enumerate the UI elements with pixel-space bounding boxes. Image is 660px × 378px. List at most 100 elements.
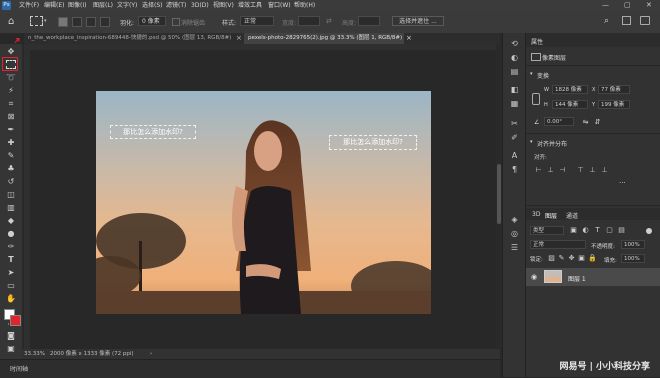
blend-mode-select[interactable]: 正常 bbox=[530, 240, 586, 249]
brush-tool-icon[interactable]: ✎ bbox=[5, 151, 17, 161]
frame-tool-icon[interactable]: ⊠ bbox=[5, 112, 17, 122]
vertical-scroll-thumb[interactable] bbox=[497, 164, 501, 224]
layers-icon[interactable]: ◈ bbox=[509, 215, 520, 225]
transform-width-input[interactable]: 1828 像素 bbox=[552, 85, 588, 94]
transform-height-input[interactable]: 144 像素 bbox=[552, 100, 588, 109]
filter-adjust-icon[interactable]: ◐ bbox=[582, 227, 589, 234]
background-color-swatch[interactable] bbox=[10, 315, 21, 326]
quick-mask-icon[interactable]: ◙ bbox=[5, 331, 17, 341]
channels-icon[interactable]: ◎ bbox=[509, 229, 520, 239]
opacity-input[interactable]: 100% bbox=[621, 240, 645, 249]
tools-settings-icon[interactable]: ✂ bbox=[509, 119, 520, 129]
close-tab-icon[interactable]: × bbox=[236, 34, 242, 42]
screen-mode-icon[interactable]: ▣ bbox=[5, 344, 17, 354]
status-arrow-icon[interactable]: › bbox=[150, 349, 152, 359]
library-icon[interactable]: ▤ bbox=[509, 67, 520, 77]
selection-text-box-2[interactable]: 那比怎么添加水印? bbox=[329, 135, 417, 150]
properties-panel-title[interactable]: 属性 bbox=[531, 37, 543, 46]
layer-filter-select[interactable]: 类型 bbox=[530, 226, 564, 235]
align-top-icon[interactable]: ⊤ bbox=[577, 167, 584, 174]
width-input[interactable] bbox=[298, 16, 320, 26]
more-options-icon[interactable]: ··· bbox=[619, 179, 626, 187]
adjustments-icon[interactable]: ◐ bbox=[509, 53, 520, 63]
align-right-icon[interactable]: ⊣ bbox=[559, 167, 566, 174]
document-image[interactable]: 那比怎么添加水印? 那比怎么添加水印? bbox=[96, 91, 431, 314]
paragraph-icon[interactable]: A bbox=[509, 151, 520, 161]
menu-image[interactable]: 图像(I) bbox=[68, 0, 86, 11]
angle-input[interactable]: 0.00° bbox=[544, 117, 574, 126]
paths-icon[interactable]: ☰ bbox=[509, 243, 520, 253]
maximize-icon[interactable]: ▢ bbox=[624, 0, 631, 11]
gradient-tool-icon[interactable]: ▥ bbox=[5, 203, 17, 213]
selection-text-box-1[interactable]: 那比怎么添加水印? bbox=[110, 125, 196, 139]
hand-tool-icon[interactable]: ✋ bbox=[5, 294, 17, 304]
pen-tool-icon[interactable]: ✑ bbox=[5, 242, 17, 252]
feather-input[interactable]: 0 像素 bbox=[138, 16, 166, 26]
menu-plugins[interactable]: 增效工具 bbox=[238, 0, 262, 11]
tab-document-1[interactable]: n_the_workplace_inspiration-689448-快捷的.p… bbox=[24, 33, 236, 44]
menu-layer[interactable]: 图层(L) bbox=[93, 0, 113, 11]
menu-3d[interactable]: 3D(D) bbox=[191, 0, 209, 11]
stamp-tool-icon[interactable]: ♣ bbox=[5, 164, 17, 174]
color-icon[interactable]: ◧ bbox=[509, 85, 520, 95]
intersect-selection-icon[interactable] bbox=[100, 17, 110, 27]
layer-row[interactable]: ◉ 图层 1 bbox=[526, 268, 660, 286]
eye-icon[interactable]: ◉ bbox=[531, 273, 537, 281]
lasso-tool-icon[interactable]: ➰ bbox=[5, 73, 17, 83]
lock-artboard-icon[interactable]: ▣ bbox=[578, 255, 585, 262]
close-icon[interactable]: ✕ bbox=[646, 0, 652, 11]
menu-type[interactable]: 文字(Y) bbox=[117, 0, 137, 11]
path-selection-tool-icon[interactable]: ➤ bbox=[5, 268, 17, 278]
workspace-icon[interactable] bbox=[622, 16, 631, 25]
antialias-checkbox[interactable] bbox=[172, 18, 180, 26]
align-chevron-icon[interactable]: ▾ bbox=[530, 139, 533, 145]
menu-window[interactable]: 窗口(W) bbox=[268, 0, 291, 11]
marquee-preset-icon[interactable] bbox=[30, 16, 43, 26]
crop-tool-icon[interactable]: ⌗ bbox=[5, 99, 17, 109]
lock-pixels-icon[interactable]: ✎ bbox=[558, 255, 565, 262]
menu-filter[interactable]: 滤镜(T) bbox=[166, 0, 186, 11]
menu-file[interactable]: 文件(F) bbox=[19, 0, 39, 11]
magic-wand-tool-icon[interactable]: ⚡ bbox=[5, 86, 17, 96]
timeline-tab[interactable]: 时间轴 bbox=[10, 364, 28, 373]
close-tab-icon[interactable]: × bbox=[406, 34, 412, 42]
lock-all-icon[interactable]: 🔒 bbox=[588, 255, 597, 262]
tab-document-2[interactable]: pexels-photo-2829765(2).jpg @ 33.3% (图层 … bbox=[244, 33, 404, 44]
tab-layers[interactable]: 图层 bbox=[545, 211, 557, 220]
dodge-tool-icon[interactable]: ● bbox=[5, 229, 17, 239]
move-tool-icon[interactable]: ✥ bbox=[5, 47, 17, 57]
swatches-icon[interactable]: ▦ bbox=[509, 99, 520, 109]
layer-name[interactable]: 图层 1 bbox=[568, 274, 586, 283]
brush-settings-icon[interactable]: ✐ bbox=[509, 133, 520, 143]
swap-icon[interactable]: ⇄ bbox=[326, 17, 332, 25]
filter-type-icon[interactable]: T bbox=[594, 227, 601, 234]
healing-brush-tool-icon[interactable]: ✚ bbox=[5, 138, 17, 148]
height-input[interactable] bbox=[358, 16, 380, 26]
share-icon[interactable] bbox=[640, 16, 650, 25]
align-left-icon[interactable]: ⊢ bbox=[535, 167, 542, 174]
history-brush-tool-icon[interactable]: ↺ bbox=[5, 177, 17, 187]
menu-select[interactable]: 选择(S) bbox=[142, 0, 163, 11]
filter-smart-icon[interactable]: ▤ bbox=[618, 227, 625, 234]
align-center-icon[interactable]: ⊥ bbox=[547, 167, 554, 174]
tab-channels[interactable]: 通道 bbox=[566, 211, 578, 220]
menu-edit[interactable]: 编辑(E) bbox=[44, 0, 64, 11]
menu-view[interactable]: 视图(V) bbox=[213, 0, 234, 11]
chevron-down-icon[interactable]: ▾ bbox=[44, 18, 47, 24]
history-icon[interactable]: ⟲ bbox=[509, 39, 520, 49]
tab-3d[interactable]: 3D bbox=[532, 211, 540, 218]
transform-x-input[interactable]: 77 像素 bbox=[598, 85, 630, 94]
transform-y-input[interactable]: 199 像素 bbox=[598, 100, 630, 109]
flip-horizontal-icon[interactable]: ⇋ bbox=[582, 119, 589, 126]
home-icon[interactable]: ⌂ bbox=[8, 16, 14, 27]
filter-shape-icon[interactable]: ▢ bbox=[606, 227, 613, 234]
zoom-level[interactable]: 33.33% bbox=[24, 349, 45, 359]
style-select[interactable]: 正常 bbox=[240, 16, 274, 26]
transform-chevron-icon[interactable]: ▾ bbox=[530, 71, 533, 77]
fill-input[interactable]: 100% bbox=[621, 254, 645, 263]
character-icon[interactable]: ¶ bbox=[509, 165, 520, 175]
align-middle-icon[interactable]: ⊥ bbox=[589, 167, 596, 174]
search-icon[interactable]: ⌕ bbox=[604, 16, 609, 26]
eraser-tool-icon[interactable]: ◫ bbox=[5, 190, 17, 200]
type-tool-icon[interactable]: T bbox=[5, 255, 17, 265]
